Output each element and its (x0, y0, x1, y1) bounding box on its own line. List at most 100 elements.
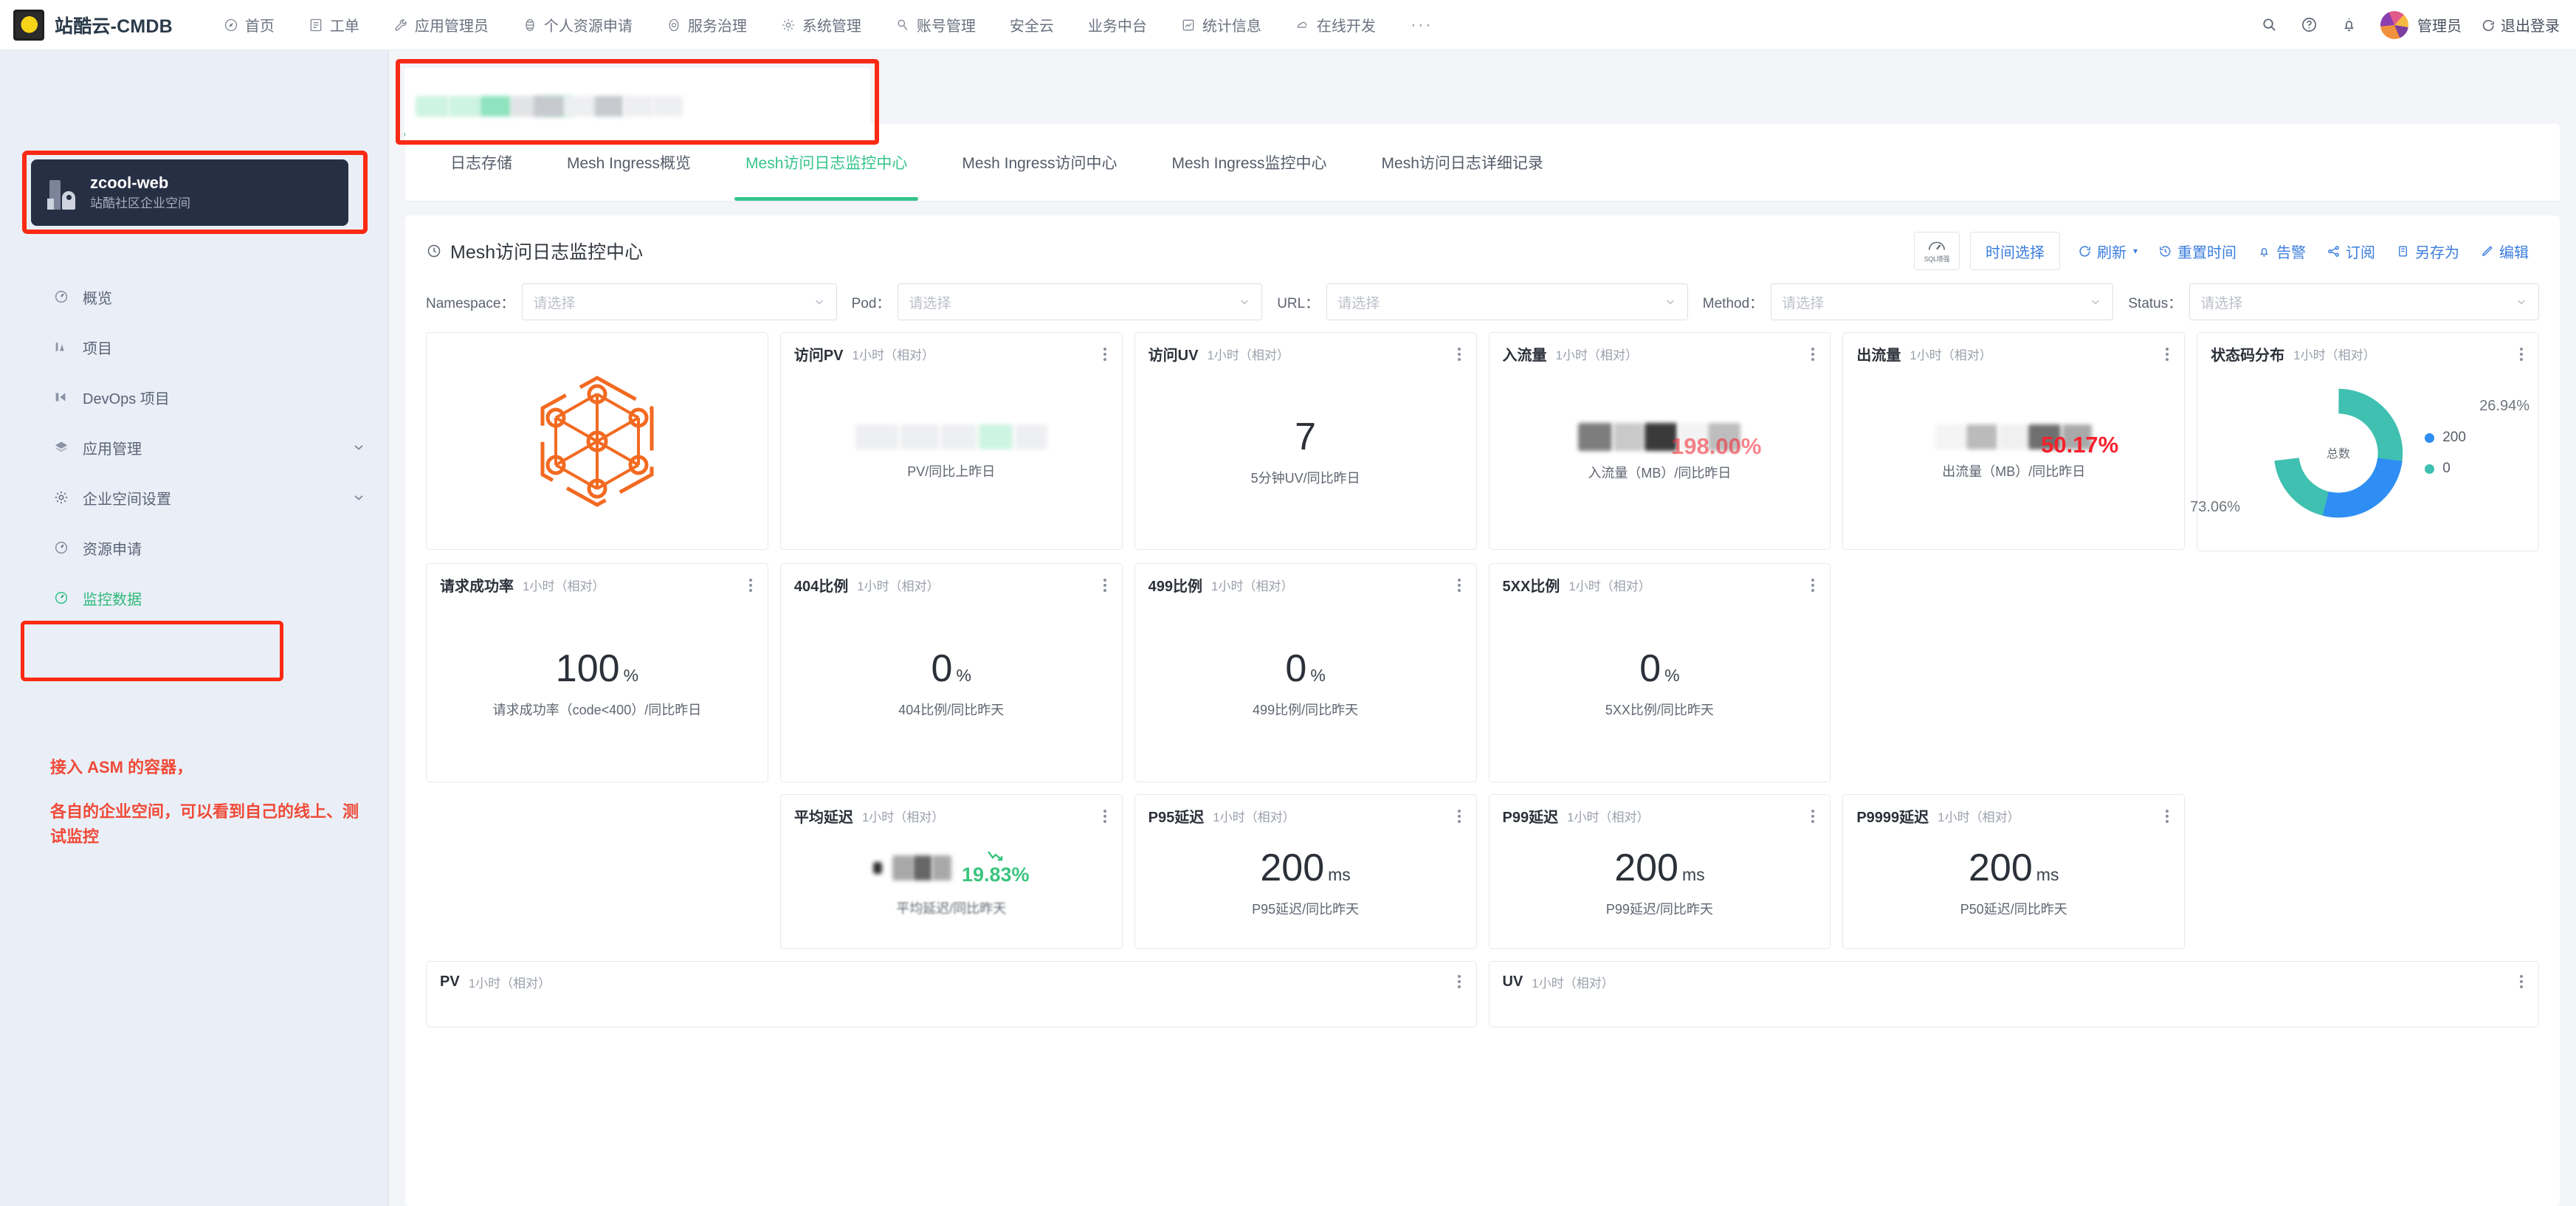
dashboard-title: Mesh访问日志监控中心 (426, 238, 643, 264)
bell-icon[interactable] (2329, 0, 2369, 50)
nav-item-online-dev[interactable]: 在线开发 (1278, 0, 1393, 50)
subscribe-button[interactable]: 订阅 (2316, 241, 2386, 262)
card-menu-icon[interactable] (747, 576, 754, 595)
redacted-subtab-strip (389, 50, 2576, 145)
nav-item-app-admin[interactable]: 应用管理员 (376, 0, 506, 50)
nav-item-home[interactable]: 首页 (207, 0, 292, 50)
card-menu-icon[interactable] (1809, 576, 1816, 595)
card-menu-icon[interactable] (1456, 576, 1463, 595)
time-select-button[interactable]: 时间选择 (1969, 232, 2060, 270)
bell-icon (2260, 247, 2268, 257)
workspace-card[interactable]: zcool-web 站酷社区企业空间 (31, 159, 348, 226)
card-menu-icon[interactable] (1456, 972, 1463, 991)
search-icon[interactable] (2249, 0, 2289, 50)
pod-select[interactable]: 请选择 (898, 283, 1263, 320)
card-range: 1小时（相对） (2293, 348, 2376, 362)
logout-button[interactable]: 退出登录 (2481, 14, 2560, 35)
card-menu-icon[interactable] (1456, 345, 1463, 364)
namespace-select[interactable]: 请选择 (522, 283, 837, 320)
card-range: 1小时（相对） (1207, 348, 1289, 362)
sidebar-item-workspace-settings[interactable]: 企业空间设置 (0, 472, 388, 523)
tab-mesh-ingress-access-center[interactable]: Mesh Ingress访问中心 (934, 124, 1144, 201)
user-name[interactable]: 管理员 (2417, 14, 2462, 35)
sidebar-item-label: 企业空间设置 (83, 491, 171, 508)
avatar[interactable] (2380, 10, 2408, 39)
sidebar-item-resource-request[interactable]: 资源申请 (0, 523, 388, 573)
card-menu-icon[interactable] (2163, 807, 2171, 826)
card-range: 1小时（相对） (1211, 579, 1294, 593)
legend-item-200[interactable]: 200 (2425, 430, 2466, 446)
filter-label: Method： (1702, 295, 1764, 311)
card-caption: 平均延迟/同比昨天 (896, 901, 1007, 916)
nav-more-button[interactable]: ··· (1393, 15, 1450, 33)
legend-item-0[interactable]: 0 (2425, 461, 2466, 477)
card-menu-icon[interactable] (2518, 972, 2525, 991)
nav-item-tickets[interactable]: 工单 (292, 0, 376, 50)
sidebar-item-label: 项目 (83, 340, 112, 357)
sidebar-item-monitoring-data[interactable]: 监控数据 (0, 573, 388, 623)
sidebar-item-overview[interactable]: 概览 (0, 272, 388, 322)
card-title: 5XX比例 (1502, 579, 1560, 595)
sql-enhance-button[interactable]: SQL增强 (1913, 232, 1960, 270)
tab-label: Mesh Ingress访问中心 (962, 155, 1117, 172)
card-title: 平均延迟 (793, 810, 853, 826)
card-caption: 5XX比例/同比昨天 (1605, 703, 1714, 717)
donut-legend: 200 0 (2425, 430, 2466, 477)
tab-mesh-access-log-details[interactable]: Mesh访问日志详细记录 (1354, 124, 1571, 201)
card-menu-icon[interactable] (1456, 807, 1463, 826)
tab-log-storage[interactable]: 日志存储 (423, 124, 540, 201)
subscribe-label: 订阅 (2346, 244, 2375, 261)
card-caption: 入流量（MB）/同比昨日 (1588, 466, 1732, 480)
nav-item-security-cloud[interactable]: 安全云 (993, 0, 1071, 50)
refresh-button[interactable]: 刷新 ▾ (2067, 241, 2148, 262)
tab-mesh-access-log-center[interactable]: Mesh访问日志监控中心 (718, 124, 934, 201)
status-select[interactable]: 请选择 (2189, 283, 2539, 320)
method-select[interactable]: 请选择 (1771, 283, 2114, 320)
sidebar-item-label: 概览 (83, 290, 112, 307)
card-caption: 出流量（MB）/同比昨日 (1942, 464, 2086, 479)
card-unit: % (1664, 666, 1680, 685)
nav-item-account-admin[interactable]: 账号管理 (878, 0, 993, 50)
annotation-note: 接入 ASM 的容器， 各自的企业空间，可以看到自己的线上、测试监控 (50, 755, 360, 850)
card-title: P95延迟 (1148, 810, 1205, 826)
card-menu-icon[interactable] (2163, 345, 2171, 364)
card-unit: ms (1328, 864, 1351, 884)
history-icon (2160, 245, 2171, 257)
card-menu-icon[interactable] (1809, 807, 1816, 826)
nav-item-service-governance[interactable]: 服务治理 (650, 0, 764, 50)
subtab-redacted-inactive[interactable] (534, 96, 683, 117)
card-menu-icon[interactable] (1101, 576, 1109, 595)
chevron-down-icon (351, 490, 366, 505)
filter-label: Pod： (851, 295, 891, 311)
sidebar-item-app-management[interactable]: 应用管理 (0, 422, 388, 472)
nav-item-system-admin[interactable]: 系统管理 (764, 0, 878, 50)
card-range: 1小时（相对） (1909, 348, 1992, 362)
nav-item-statistics[interactable]: 统计信息 (1164, 0, 1278, 50)
tab-mesh-ingress-monitor-center[interactable]: Mesh Ingress监控中心 (1144, 124, 1354, 201)
card-title: 状态码分布 (2211, 348, 2285, 364)
card-status-code-distribution: 状态码分布 1小时（相对） 总数 200 0 26.94% 73.06% (2190, 332, 2539, 551)
card-menu-icon[interactable] (1101, 807, 1109, 826)
save-as-button[interactable]: 另存为 (2386, 241, 2470, 262)
nav-right-actions: 管理员 退出登录 (2249, 0, 2560, 50)
card-5xx-ratio: 5XX比例 1小时（相对） 0 % 5XX比例/同比昨天 (1488, 563, 1831, 782)
sidebar-item-devops[interactable]: DevOps 项目 (0, 372, 388, 422)
tab-mesh-ingress-overview[interactable]: Mesh Ingress概览 (540, 124, 718, 201)
edit-button[interactable]: 编辑 (2470, 241, 2539, 262)
url-select[interactable]: 请选择 (1326, 283, 1688, 320)
card-menu-icon[interactable] (1809, 345, 1816, 364)
tab-label: Mesh访问日志详细记录 (1381, 155, 1543, 172)
card-menu-icon[interactable] (1101, 345, 1109, 364)
card-value-redacted: 198.00% (1578, 423, 1761, 459)
nav-item-business-platform[interactable]: 业务中台 (1071, 0, 1164, 50)
nav-item-personal-resource[interactable]: 个人资源申请 (506, 0, 650, 50)
chevron-down-icon (1238, 295, 1251, 309)
card-menu-icon[interactable] (2518, 345, 2525, 364)
alert-button[interactable]: 告警 (2247, 241, 2316, 262)
sidebar-item-project[interactable]: 项目 (0, 322, 388, 372)
brand[interactable]: 站酷云-CMDB (13, 9, 173, 41)
help-icon[interactable] (2289, 0, 2329, 50)
card-range: 1小时（相对） (523, 579, 605, 593)
filter-bar: Namespace： 请选择 Pod： 请选择 URL： 请选择 Method：… (405, 273, 2560, 332)
reset-time-button[interactable]: 重置时间 (2148, 241, 2247, 262)
